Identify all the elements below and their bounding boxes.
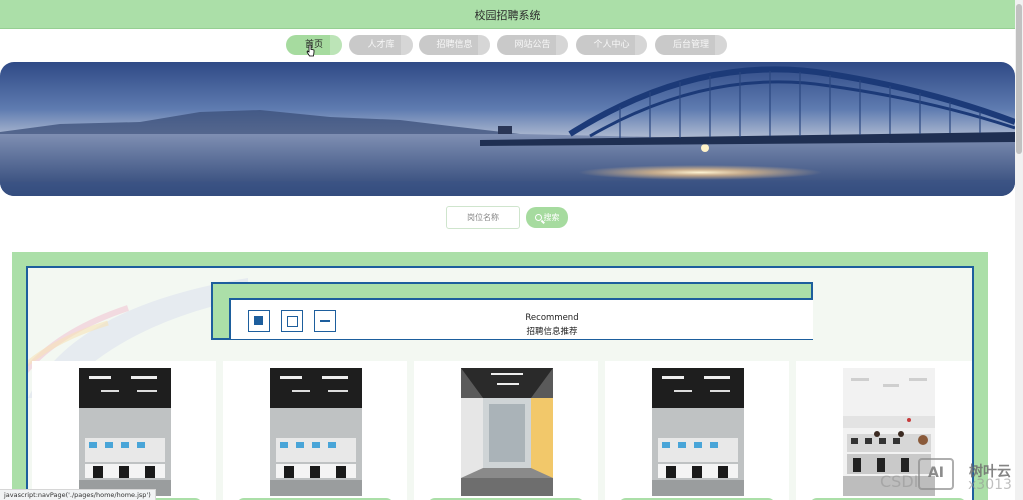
job-name-search-input[interactable]: 岗位名称 (446, 206, 520, 229)
watermark-user: x3013 (968, 477, 1012, 493)
watermark-text-left: CSDI (880, 472, 919, 491)
minus-square-icon (314, 310, 336, 332)
nav-item-label: 后台管理 (672, 40, 709, 50)
recommend-header-panel: Recommend 招聘信息推荐 (229, 298, 813, 339)
nav-item-label: 个人中心 (593, 40, 630, 50)
site-header: 校园招聘系统 (0, 0, 1015, 29)
browser-status-bar: javascript:navPage('./pages/home/home.js… (0, 489, 156, 500)
watermark: CSDI AI 树叶云 x3013 (878, 458, 1018, 498)
recommend-title-en: Recommend (525, 313, 579, 323)
nav-item-label: 招聘信息 (436, 40, 473, 50)
search-icon (534, 214, 542, 221)
nav-item-label: 人才库 (367, 40, 395, 50)
nav-item-announcements[interactable]: 网站公告 (497, 35, 568, 55)
job-card[interactable] (605, 361, 789, 500)
nav-item-job-postings[interactable]: 招聘信息 (419, 35, 490, 55)
page-scrollbar[interactable] (1015, 0, 1023, 500)
outline-square-icon (281, 310, 303, 332)
ai-logo-icon: AI (918, 458, 954, 490)
nav-item-talent-pool[interactable]: 人才库 (349, 35, 413, 55)
recommend-header: Recommend 招聘信息推荐 (211, 282, 813, 340)
job-card[interactable] (32, 361, 216, 500)
job-card[interactable] (223, 361, 407, 500)
search-bar: 岗位名称 搜索 (0, 206, 1015, 230)
job-card-photo[interactable] (652, 368, 744, 496)
job-card-photo[interactable] (79, 368, 171, 496)
hero-banner-image (0, 62, 1015, 196)
filled-square-icon (248, 310, 270, 332)
recommend-title-cn: 招聘信息推荐 (526, 327, 578, 337)
recommend-frame: Recommend 招聘信息推荐 (26, 266, 974, 500)
job-card-photo[interactable] (270, 368, 362, 496)
nav-item-label: 网站公告 (514, 40, 551, 50)
job-card-photo[interactable] (461, 368, 553, 496)
site-title: 校园招聘系统 (474, 9, 541, 22)
main-nav: 首页 人才库 招聘信息 网站公告 个人中心 后台管理 (0, 35, 1015, 57)
search-button[interactable]: 搜索 (526, 207, 568, 228)
scrollbar-thumb[interactable] (1016, 4, 1022, 154)
recommend-section: Recommend 招聘信息推荐 (12, 252, 988, 500)
nav-item-personal-center[interactable]: 个人中心 (576, 35, 647, 55)
search-button-label: 搜索 (543, 213, 560, 222)
job-card[interactable] (414, 361, 598, 500)
mouse-cursor-icon (306, 44, 315, 57)
nav-item-admin[interactable]: 后台管理 (655, 35, 727, 55)
